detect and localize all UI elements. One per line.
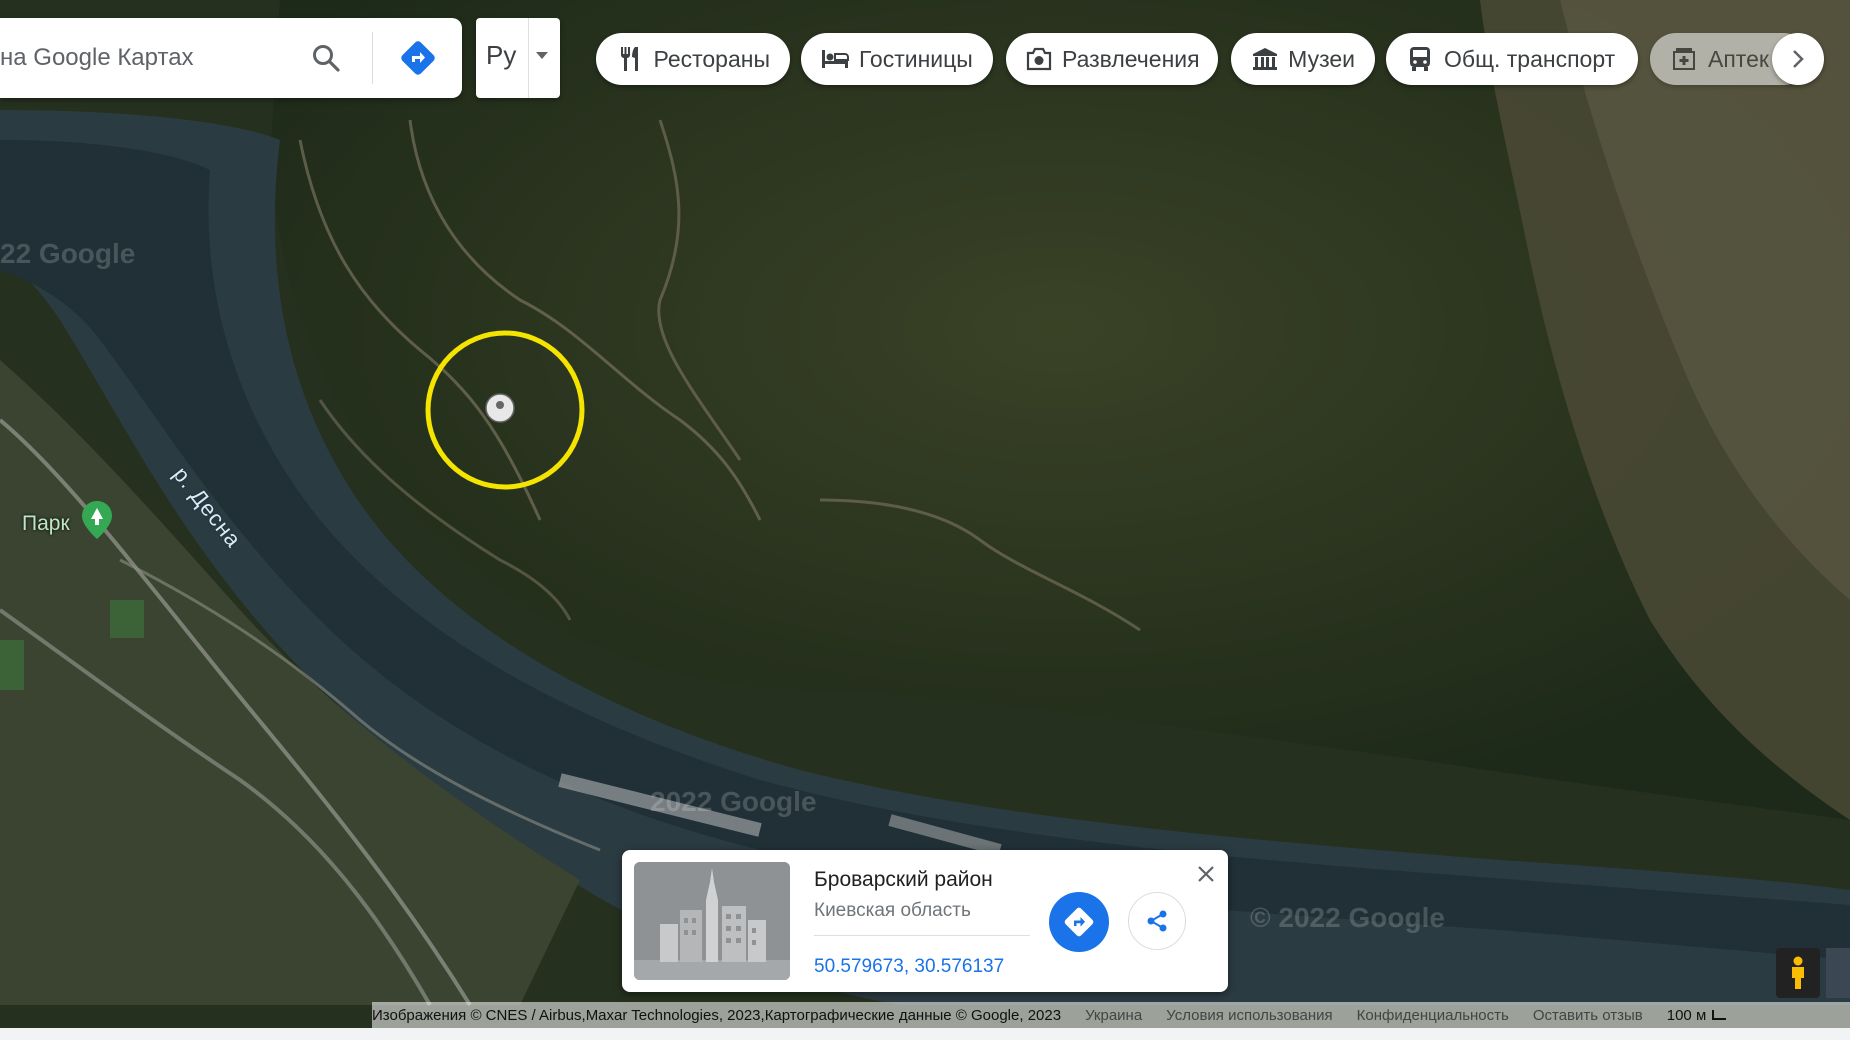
category-chip-restaurants[interactable]: Рестораны [596,33,790,85]
restaurant-icon [620,47,638,71]
language-divider [528,18,529,98]
category-chip-museums[interactable]: Музеи [1231,33,1375,85]
category-chip-label: Аптек [1708,45,1769,72]
feedback-link[interactable]: Оставить отзыв [1533,1007,1643,1024]
card-share-button[interactable] [1128,892,1186,950]
bottom-strip [0,1028,1850,1040]
search-button[interactable] [304,36,348,80]
map-footer: Изображения © CNES / Airbus,Maxar Techno… [372,1002,1850,1028]
search-box [0,18,462,98]
category-chip-hotels[interactable]: Гостиницы [801,33,993,85]
directions-button[interactable] [394,34,442,82]
bus-icon [1410,47,1430,71]
language-label: Ру [486,40,517,70]
layers-button[interactable] [1826,948,1850,998]
map-watermark: © 2022 Google [1250,902,1445,933]
search-divider [372,32,373,84]
museum-icon [1252,48,1277,70]
search-input[interactable] [0,28,290,88]
close-icon [1198,866,1214,882]
place-card: Броварский район Киевская область 50.579… [622,850,1228,992]
place-thumbnail[interactable] [634,862,790,980]
privacy-link[interactable]: Конфиденциальность [1357,1007,1509,1024]
directions-icon [401,41,435,75]
pegman-icon [1792,956,1804,989]
category-chip-transit[interactable]: Общ. транспорт [1386,33,1638,85]
directions-icon [1064,907,1094,937]
street-view-button[interactable] [1776,948,1820,998]
attribution-text: Изображения © CNES / Airbus,Maxar Techno… [372,1006,1062,1024]
chevron-right-icon [1793,50,1804,68]
category-chip-entertainment[interactable]: Развлечения [1006,33,1218,85]
country-link[interactable]: Украина [1085,1007,1142,1024]
place-subtitle: Киевская область [814,900,971,921]
park-pin-icon[interactable] [80,500,114,540]
language-selector[interactable]: Ру [476,18,560,98]
place-coordinates-link[interactable]: 50.579673, 30.576137 [814,956,1004,978]
pharmacy-icon [1673,48,1695,70]
scale-bar [1712,1010,1727,1020]
search-icon [313,45,340,72]
map-watermark: 22 Google [0,238,136,269]
category-chip-label: Рестораны [653,45,770,72]
place-divider [814,935,1030,936]
category-chip-label: Музеи [1288,45,1355,72]
place-title: Броварский район [814,868,993,891]
category-chip-label: Развлечения [1062,45,1200,72]
card-close-button[interactable] [1192,860,1220,888]
camera-icon [1026,47,1052,71]
chips-scroll-right-button[interactable] [1772,33,1824,85]
map-watermark: 2022 Google [650,786,817,817]
scale-label[interactable]: 100 м [1667,1007,1707,1024]
card-directions-button[interactable] [1049,892,1109,952]
chevron-down-icon[interactable] [536,52,548,59]
share-icon [1147,910,1167,932]
category-chip-label: Гостиницы [859,45,973,72]
city-placeholder-icon [634,862,790,980]
terms-link[interactable]: Условия использования [1166,1007,1333,1024]
park-label: Парк [22,512,70,535]
category-chip-label: Общ. транспорт [1444,45,1616,72]
hotel-icon [822,50,849,68]
